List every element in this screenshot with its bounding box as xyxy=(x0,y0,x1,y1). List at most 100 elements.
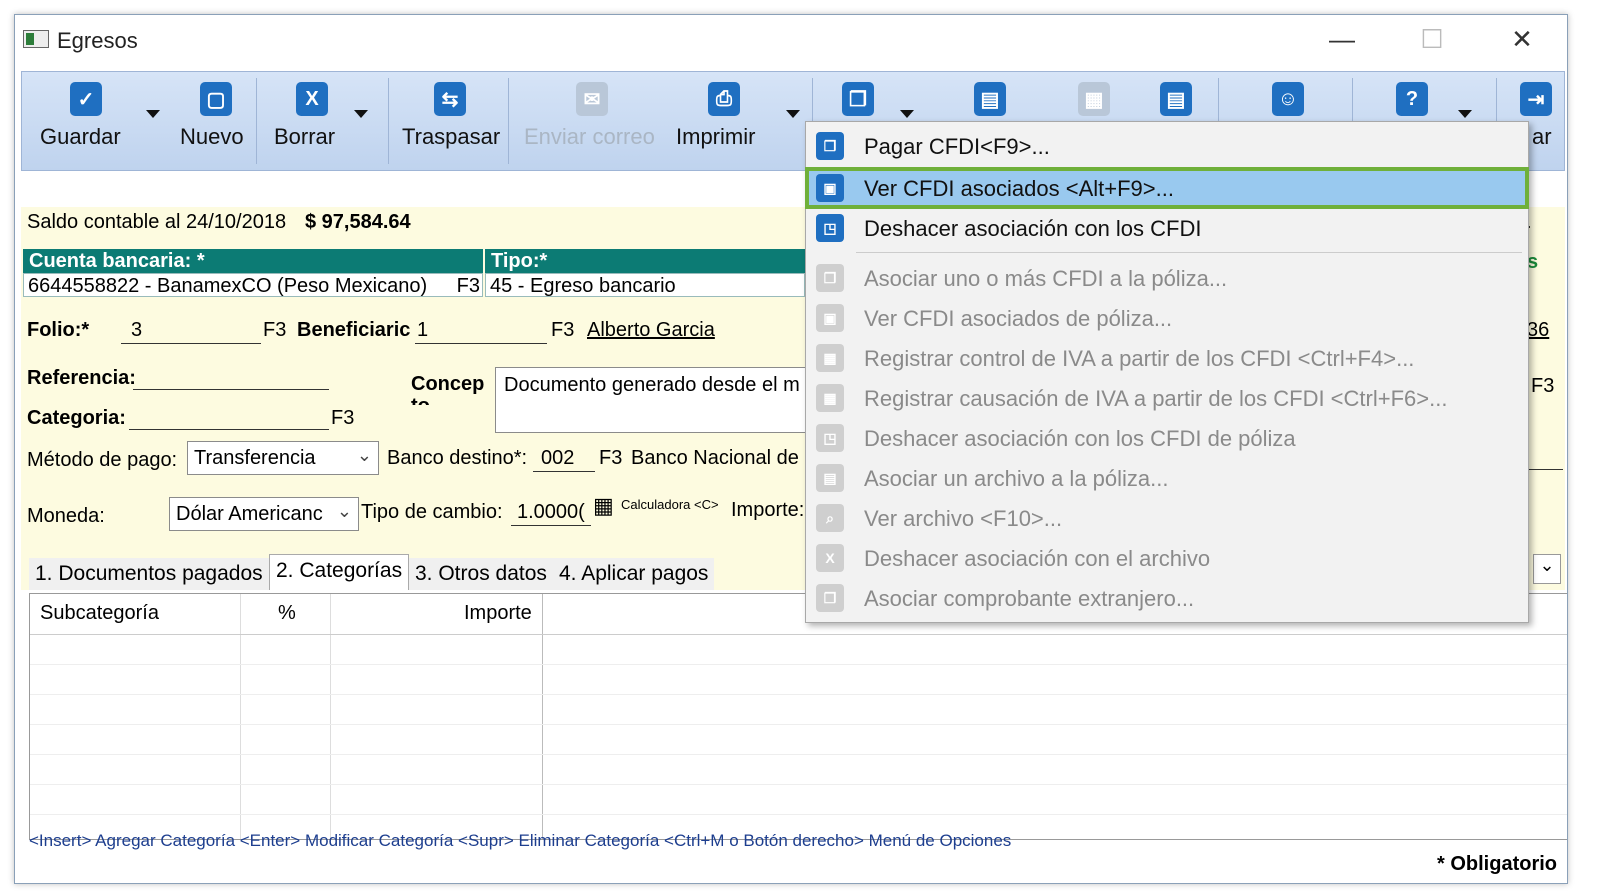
chevron-down-icon: ⌄ xyxy=(336,501,352,521)
maximize-button[interactable]: ☐ xyxy=(1387,15,1477,63)
menu-item-deshacer-asociacion-archivo[interactable]: X Deshacer asociación con el archivo xyxy=(806,538,1528,578)
saldo-value: $ 97,584.64 xyxy=(305,211,411,233)
printer-icon: ⎙ xyxy=(708,82,740,116)
file-icon: ▤ xyxy=(816,464,844,492)
cfdi-associate-icon: ❐ xyxy=(816,264,844,292)
referencia-field[interactable] xyxy=(133,389,329,390)
moneda-select[interactable]: Dólar Americanc ⌄ xyxy=(169,497,359,531)
tab-documentos-pagados[interactable]: 1. Documentos pagados xyxy=(29,558,269,590)
categorias-table[interactable]: Subcategoría % Importe xyxy=(29,593,1567,840)
concepto-label: Concep to xyxy=(411,373,485,405)
remove-x-icon: X xyxy=(816,544,844,572)
nuevo-button[interactable]: ▢ Nuevo xyxy=(170,72,250,170)
right-f3[interactable]: F3 xyxy=(1531,375,1554,398)
enviar-correo-button[interactable]: ✉ Enviar correo xyxy=(516,72,656,170)
tab-aplicar-pagos[interactable]: 4. Aplicar pagos xyxy=(553,558,715,590)
chevron-down-icon[interactable] xyxy=(900,110,914,118)
tipo-field[interactable]: 45 - Egreso bancario xyxy=(485,273,805,297)
view-document-icon: ▣ xyxy=(816,304,844,332)
banco-destino-field[interactable]: 002 xyxy=(541,447,574,470)
traspasar-button[interactable]: ⇆ Traspasar xyxy=(394,72,504,170)
menu-item-registrar-causacion-iva[interactable]: ▦ Registrar causación de IVA a partir de… xyxy=(806,378,1528,418)
calculator-icon[interactable]: ▦ xyxy=(593,493,614,519)
chevron-down-icon[interactable] xyxy=(786,110,800,118)
column-importe[interactable]: Importe xyxy=(464,602,532,625)
right-partial-number: 36 xyxy=(1527,319,1550,341)
menu-item-pagar-cfdi[interactable]: ❐ Pagar CFDI<F9>... xyxy=(806,126,1528,166)
menu-item-deshacer-asociacion-cfdi[interactable]: ◳ Deshacer asociación con los CFDI xyxy=(806,208,1528,248)
column-subcategoria[interactable]: Subcategoría xyxy=(40,602,159,625)
cuenta-bancaria-field[interactable]: 6644558822 - BanamexCO (Peso Mexicano) F… xyxy=(23,273,483,297)
unlink-icon: ◳ xyxy=(816,424,844,452)
cfdi-pay-icon: ❐ xyxy=(816,132,844,160)
window-title: Egresos xyxy=(57,28,138,53)
xml-out-icon: ▦ xyxy=(816,384,844,412)
borrar-button[interactable]: X Borrar xyxy=(262,72,372,170)
folio-label: Folio:* xyxy=(27,319,90,341)
column-percent[interactable]: % xyxy=(278,602,296,625)
saldo-label: Saldo contable al 24/10/2018 xyxy=(27,211,287,233)
metodo-pago-select[interactable]: Transferencia ⌄ xyxy=(187,441,379,475)
menu-item-ver-archivo[interactable]: ⌕ Ver archivo <F10>... xyxy=(806,498,1528,538)
chevron-down-icon[interactable] xyxy=(354,110,368,118)
xml-out-icon: ▦ xyxy=(816,344,844,372)
keyboard-hints: <Insert> Agregar Categoría <Enter> Modif… xyxy=(29,831,1012,850)
beneficiario-field[interactable]: 1 xyxy=(417,319,428,342)
unlink-icon: ◳ xyxy=(816,214,844,242)
obligatorio-note: * Obligatorio xyxy=(1437,853,1557,875)
checkmark-icon: ✓ xyxy=(70,82,102,116)
report-icon: ▤ xyxy=(1160,82,1192,116)
cuenta-bancaria-label: Cuenta bancaria: * xyxy=(23,249,483,273)
banco-name: Banco Nacional de xyxy=(631,447,799,469)
tab-otros-datos[interactable]: 3. Otros datos xyxy=(409,558,553,590)
tabs-dropdown-chevron-icon[interactable]: ⌄ xyxy=(1533,554,1561,584)
document-icon: ▤ xyxy=(974,82,1006,116)
tipo-cambio-field[interactable]: 1.0000( xyxy=(517,501,585,524)
folio-f3[interactable]: F3 xyxy=(263,319,286,342)
referencia-label: Referencia: xyxy=(27,367,136,389)
categoria-field[interactable] xyxy=(129,429,329,430)
new-document-icon: ▢ xyxy=(200,82,232,116)
tipo-label: Tipo:* xyxy=(485,249,805,273)
concepto-field[interactable]: Documento generado desde el m xyxy=(495,367,813,433)
guardar-button[interactable]: ✓ Guardar xyxy=(32,72,160,170)
magnifier-icon: ⌕ xyxy=(816,504,844,532)
xml-pdf-icon: ▦ xyxy=(1078,82,1110,116)
chevron-down-icon[interactable] xyxy=(146,110,160,118)
calculadora-button[interactable]: Calculadora <C> xyxy=(621,497,719,512)
beneficiario-f3[interactable]: F3 xyxy=(551,319,574,342)
metodo-pago-label: Método de pago: xyxy=(27,449,178,471)
cfdi-icon: ❐ xyxy=(842,82,874,116)
exit-door-icon: ⇥ xyxy=(1520,82,1552,116)
categoria-f3[interactable]: F3 xyxy=(331,407,354,430)
tipo-cambio-label: Tipo de cambio: xyxy=(361,501,503,523)
foreign-receipt-icon: ❐ xyxy=(816,584,844,612)
beneficiario-label: Beneficiaric xyxy=(297,319,411,341)
cfdi-context-menu: ❐ Pagar CFDI<F9>... ▣ Ver CFDI asociados… xyxy=(805,121,1529,623)
minimize-button[interactable]: — xyxy=(1297,15,1387,63)
menu-item-ver-cfdi-asociados[interactable]: ▣ Ver CFDI asociados <Alt+F9>... xyxy=(805,167,1529,209)
moneda-label: Moneda: xyxy=(27,505,105,527)
tab-categorias[interactable]: 2. Categorías xyxy=(269,554,410,590)
close-button[interactable]: ✕ xyxy=(1477,15,1567,63)
beneficiario-name: Alberto Garcia xyxy=(587,319,715,341)
title-bar: Egresos — ☐ ✕ xyxy=(15,15,1567,63)
folio-field[interactable]: 3 xyxy=(131,319,142,342)
f3-lookup[interactable]: F3 xyxy=(457,274,480,298)
delete-x-icon: X xyxy=(296,82,328,116)
menu-item-asociar-comprobante-extranjero[interactable]: ❐ Asociar comprobante extranjero... xyxy=(806,578,1528,618)
egresos-window: Egresos — ☐ ✕ ✓ Guardar ▢ Nuevo X Borrar… xyxy=(14,14,1568,884)
imprimir-button[interactable]: ⎙ Imprimir xyxy=(668,72,808,170)
menu-item-asociar-archivo[interactable]: ▤ Asociar un archivo a la póliza... xyxy=(806,458,1528,498)
help-icon: ? xyxy=(1396,82,1428,116)
menu-item-registrar-control-iva[interactable]: ▦ Registrar control de IVA a partir de l… xyxy=(806,338,1528,378)
menu-item-deshacer-asociacion-cfdi-poliza[interactable]: ◳ Deshacer asociación con los CFDI de pó… xyxy=(806,418,1528,458)
banco-f3[interactable]: F3 xyxy=(599,447,622,470)
chevron-down-icon[interactable] xyxy=(1458,110,1472,118)
banco-destino-label: Banco destino*: xyxy=(387,447,528,469)
mail-icon: ✉ xyxy=(576,82,608,116)
menu-item-ver-cfdi-poliza[interactable]: ▣ Ver CFDI asociados de póliza... xyxy=(806,298,1528,338)
transfer-icon: ⇆ xyxy=(434,82,466,116)
view-document-icon: ▣ xyxy=(816,174,844,202)
menu-item-asociar-cfdi-poliza[interactable]: ❐ Asociar uno o más CFDI a la póliza... xyxy=(806,258,1528,298)
